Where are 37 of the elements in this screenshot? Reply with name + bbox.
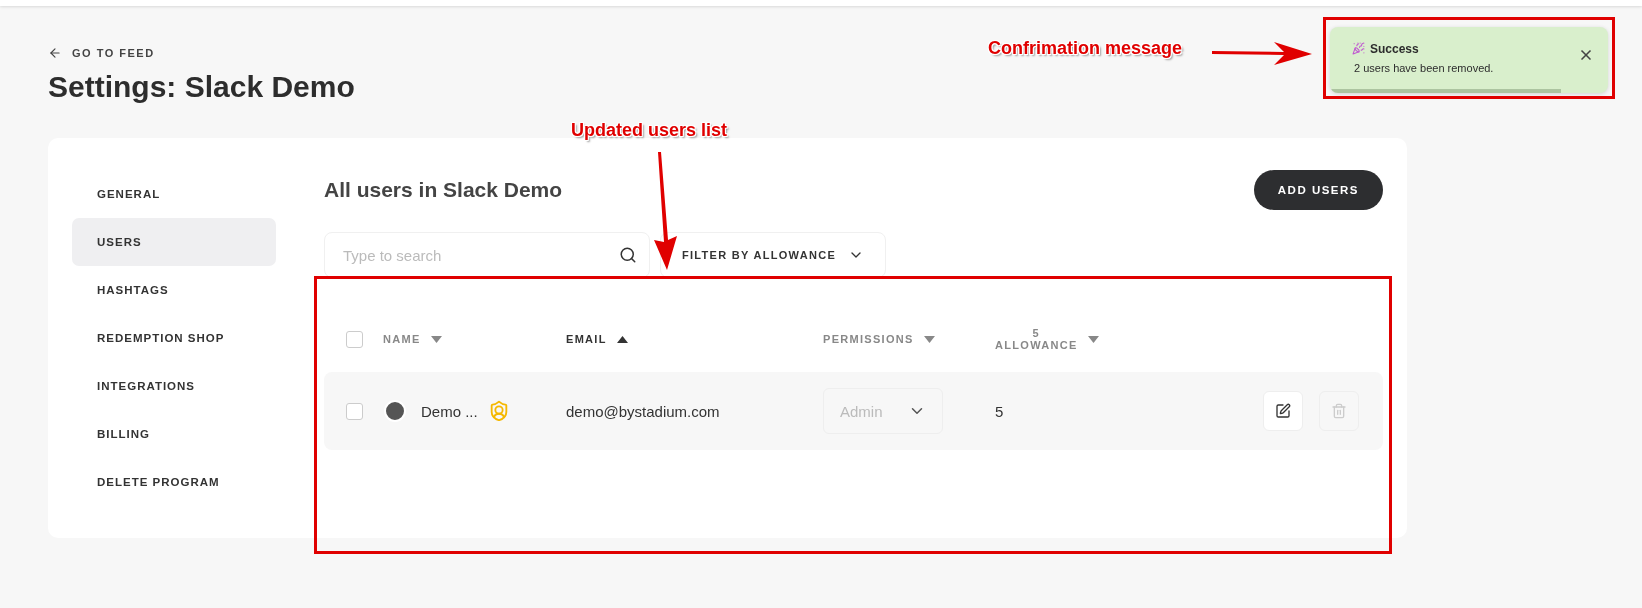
search-input[interactable]: Type to search	[341, 245, 619, 265]
trash-icon	[1331, 403, 1347, 419]
section-title: All users in Slack Demo	[324, 178, 563, 202]
avatar-icon	[383, 399, 407, 423]
user-email: demo@bystadium.com	[566, 402, 720, 420]
page-title: Settings: Slack Demo	[48, 70, 356, 104]
sidebar-item[interactable]: DELETE PROGRAM	[72, 458, 276, 506]
user-allowance: 5	[995, 402, 1004, 420]
row-checkbox[interactable]	[346, 402, 363, 420]
column-header[interactable]: EMAIL	[566, 333, 607, 345]
user-name: Demo ...	[421, 402, 478, 420]
close-button[interactable]	[1578, 47, 1594, 63]
add-users-button[interactable]: ADD USERS	[1253, 170, 1383, 210]
toast-message: 2 users have been removed.	[1354, 62, 1494, 74]
toast-title: Success	[1370, 42, 1419, 56]
sidebar-item[interactable]: GENERAL	[72, 170, 276, 218]
annotation-label: Updated users list	[571, 120, 728, 141]
column-header[interactable]: NAME	[383, 333, 421, 345]
annotation-label: Confrimation message	[988, 38, 1183, 59]
column-header[interactable]: 5 ALLOWANCE	[995, 327, 1078, 351]
edit-icon	[1275, 403, 1291, 419]
sidebar-item[interactable]: BILLING	[72, 410, 276, 458]
sidebar-item[interactable]: USERS	[72, 218, 276, 266]
sort-down-icon[interactable]	[1087, 335, 1099, 343]
sort-down-icon[interactable]	[923, 335, 935, 343]
go-to-feed-link[interactable]: GO TO FEED	[48, 46, 155, 60]
select-all-checkbox[interactable]	[346, 330, 363, 348]
sort-down-icon[interactable]	[430, 335, 442, 343]
edit-button[interactable]	[1263, 391, 1303, 431]
party-popper-icon	[1352, 42, 1365, 55]
sidebar-item[interactable]: HASHTAGS	[72, 266, 276, 314]
filter-dropdown[interactable]: FILTER BY ALLOWANCE	[660, 232, 886, 278]
column-header[interactable]: PERMISSIONS	[823, 333, 914, 345]
sidebar-item[interactable]: REDEMPTION SHOP	[72, 314, 276, 362]
sidebar-item[interactable]: INTEGRATIONS	[72, 362, 276, 410]
search-icon	[619, 246, 637, 264]
sort-up-icon[interactable]	[616, 335, 628, 343]
